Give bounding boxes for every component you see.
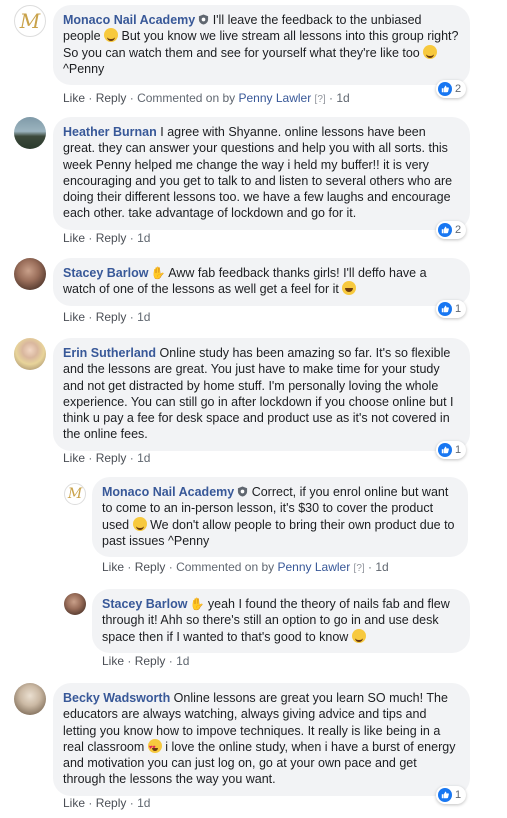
reaction-count[interactable]: 2 <box>436 80 467 98</box>
smile-emoji-icon <box>423 44 438 59</box>
reply-link[interactable]: Reply <box>96 231 127 245</box>
timestamp[interactable]: 1d <box>137 451 150 465</box>
reply-link[interactable]: Reply <box>135 654 166 668</box>
like-link[interactable]: Like <box>63 310 85 324</box>
comment-actions: Like · Reply · 1d <box>63 231 151 245</box>
timestamp[interactable]: 1d <box>336 91 349 105</box>
comment-bubble: Erin Sutherland Online study has been am… <box>53 338 470 451</box>
wave-hand-icon: ✋ <box>150 266 166 280</box>
commented-by-author[interactable]: Penny Lawler <box>238 91 311 105</box>
smile-emoji-icon <box>132 516 147 531</box>
commenter-name[interactable]: Erin Sutherland <box>63 346 156 360</box>
like-link[interactable]: Like <box>63 231 85 245</box>
commenter-name[interactable]: Heather Burnan <box>63 125 157 139</box>
comment-bubble: Monaco Nail Academy I'll leave the feedb… <box>53 5 470 86</box>
like-reaction-icon <box>438 223 452 237</box>
commented-on-by-label: Commented on by <box>176 560 275 574</box>
commenter-name[interactable]: Monaco Nail Academy <box>63 13 195 27</box>
like-link[interactable]: Like <box>102 654 124 668</box>
like-reaction-icon <box>438 82 452 96</box>
comment-actions: Like · Reply · Commented on by Penny Law… <box>63 91 350 105</box>
reply-link[interactable]: Reply <box>96 451 127 465</box>
comment-text: We don't allow people to bring their own… <box>102 517 455 548</box>
comment-bubble: Stacey Barlow ✋ yeah I found the theory o… <box>92 589 470 653</box>
commented-by-author[interactable]: Penny Lawler <box>277 560 350 574</box>
comment-actions: Like · Reply · 1d <box>102 654 190 668</box>
grin-emoji-icon <box>342 281 357 296</box>
avatar[interactable] <box>14 258 46 290</box>
comment-text: ^Penny <box>63 61 105 76</box>
avatar[interactable] <box>14 338 46 370</box>
like-link[interactable]: Like <box>63 451 85 465</box>
help-link[interactable]: [?] <box>354 563 365 574</box>
comment-text: But you know we live stream all lessons … <box>63 29 459 60</box>
comment-actions: Like · Reply · Commented on by Penny Law… <box>102 560 389 574</box>
smile-emoji-icon <box>351 628 366 643</box>
avatar[interactable]: M <box>14 5 46 37</box>
avatar[interactable] <box>64 593 86 615</box>
reaction-count[interactable]: 1 <box>436 786 467 804</box>
commenter-name[interactable]: Becky Wadsworth <box>63 691 170 705</box>
comment-bubble: Becky Wadsworth Online lessons are great… <box>53 683 470 796</box>
monaco-logo: M <box>19 9 41 33</box>
wave-hand-icon: ✋ <box>189 597 205 611</box>
comment-actions: Like · Reply · 1d <box>63 796 151 810</box>
comment-bubble: Monaco Nail Academy Correct, if you enro… <box>92 477 468 558</box>
avatar[interactable] <box>14 683 46 715</box>
like-reaction-icon <box>438 788 452 802</box>
like-link[interactable]: Like <box>63 796 85 810</box>
commenter-name[interactable]: Monaco Nail Academy <box>102 485 234 499</box>
reply-link[interactable]: Reply <box>96 310 127 324</box>
smile-emoji-icon <box>104 28 119 43</box>
commented-on-by-label: Commented on by <box>137 91 236 105</box>
timestamp[interactable]: 1d <box>176 654 189 668</box>
reply-link[interactable]: Reply <box>96 91 127 105</box>
reaction-count[interactable]: 1 <box>436 300 467 318</box>
like-reaction-icon <box>438 443 452 457</box>
timestamp[interactable]: 1d <box>137 310 150 324</box>
avatar[interactable] <box>14 117 46 149</box>
reaction-count[interactable]: 1 <box>436 441 467 459</box>
comment-text: Online study has been amazing so far. It… <box>63 346 454 442</box>
like-link[interactable]: Like <box>63 91 85 105</box>
comment-actions: Like · Reply · 1d <box>63 310 151 324</box>
like-reaction-icon <box>438 302 452 316</box>
heart-eyes-emoji-icon <box>147 738 162 756</box>
like-link[interactable]: Like <box>102 560 124 574</box>
timestamp[interactable]: 1d <box>137 796 150 810</box>
comment-bubble: Stacey Barlow ✋ Aww fab feedback thanks g… <box>53 258 470 306</box>
commenter-name[interactable]: Stacey Barlow <box>63 266 148 280</box>
monaco-logo: M <box>67 486 83 502</box>
reaction-count[interactable]: 2 <box>436 221 467 239</box>
admin-shield-icon <box>238 486 248 497</box>
timestamp[interactable]: 1d <box>137 231 150 245</box>
help-link[interactable]: [?] <box>315 94 326 105</box>
comment-text: I agree with Shyanne. online lessons hav… <box>63 125 453 221</box>
reply-link[interactable]: Reply <box>135 560 166 574</box>
comment-bubble: Heather Burnan I agree with Shyanne. onl… <box>53 117 470 230</box>
commenter-name[interactable]: Stacey Barlow <box>102 597 187 611</box>
avatar[interactable]: M <box>64 483 86 505</box>
reply-link[interactable]: Reply <box>96 796 127 810</box>
comment-actions: Like · Reply · 1d <box>63 451 151 465</box>
admin-shield-icon <box>199 14 209 25</box>
timestamp[interactable]: 1d <box>375 560 388 574</box>
